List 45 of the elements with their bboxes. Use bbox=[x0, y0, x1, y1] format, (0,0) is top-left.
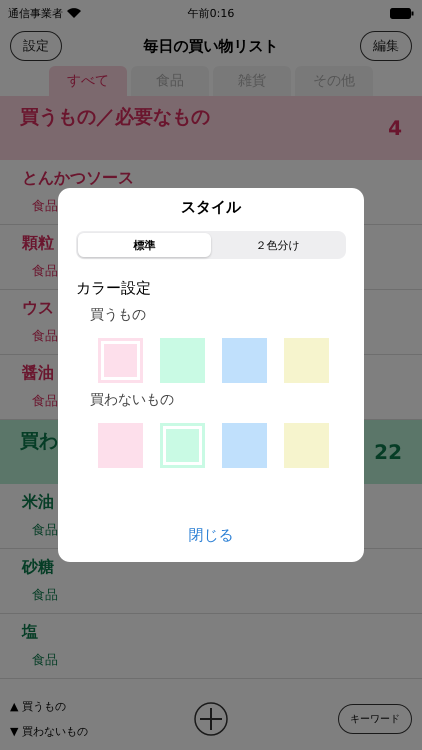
item-name[interactable]: 顆粒 bbox=[22, 233, 54, 254]
item-category: 食品 bbox=[31, 328, 58, 345]
dialog-title: スタイル bbox=[181, 198, 241, 217]
item-category: 食品 bbox=[31, 587, 58, 604]
color-swatch[interactable] bbox=[160, 423, 205, 468]
color-group-label: 買わないもの bbox=[90, 391, 175, 409]
settings-button[interactable]: 設定 bbox=[10, 31, 62, 61]
keyword-button[interactable]: キーワード bbox=[338, 704, 412, 734]
segment-option[interactable]: 標準 bbox=[78, 233, 211, 257]
item-category: 食品 bbox=[31, 652, 58, 669]
add-icon[interactable] bbox=[194, 702, 228, 736]
item-name[interactable]: 砂糖 bbox=[22, 557, 54, 578]
item-category: 食品 bbox=[31, 263, 58, 280]
color-settings-heading: カラー設定 bbox=[76, 279, 152, 298]
legend-label: ▼ 買わないもの bbox=[10, 724, 89, 739]
legend-label: ▲ 買うもの bbox=[10, 699, 67, 714]
color-swatch[interactable] bbox=[284, 338, 329, 383]
item-category: 食品 bbox=[31, 198, 58, 215]
segment-option[interactable]: ２色分け bbox=[211, 233, 344, 257]
item-name[interactable]: ウス bbox=[22, 298, 54, 319]
wifi-icon bbox=[67, 8, 81, 18]
item-count: 22 bbox=[374, 440, 402, 464]
color-swatch[interactable] bbox=[160, 338, 205, 383]
status-time: 午前0:16 bbox=[188, 6, 234, 20]
item-category: 食品 bbox=[31, 522, 58, 539]
color-swatch[interactable] bbox=[98, 338, 143, 383]
color-swatch[interactable] bbox=[98, 423, 143, 468]
item-name[interactable]: 米油 bbox=[22, 492, 54, 513]
section-title: 買うもの／必要なもの bbox=[20, 105, 210, 130]
item-name[interactable]: 塩 bbox=[22, 622, 38, 643]
item-count: 4 bbox=[388, 116, 402, 140]
item-name[interactable]: とんかつソース bbox=[22, 168, 134, 189]
color-swatch[interactable] bbox=[222, 423, 267, 468]
item-name[interactable]: 醤油 bbox=[22, 363, 54, 384]
category-tab[interactable]: すべて bbox=[49, 66, 127, 96]
color-swatch[interactable] bbox=[284, 423, 329, 468]
screen-title: 毎日の買い物リスト bbox=[144, 36, 278, 56]
item-category: 食品 bbox=[31, 393, 58, 410]
carrier-name: 通信事業者 bbox=[8, 6, 63, 20]
edit-button[interactable]: 編集 bbox=[360, 31, 412, 61]
color-swatch[interactable] bbox=[222, 338, 267, 383]
battery-icon bbox=[390, 8, 414, 18]
color-group-label: 買うもの bbox=[90, 306, 147, 324]
section-title: 買わ bbox=[20, 429, 58, 454]
close-button[interactable]: 閉じる bbox=[182, 525, 240, 546]
